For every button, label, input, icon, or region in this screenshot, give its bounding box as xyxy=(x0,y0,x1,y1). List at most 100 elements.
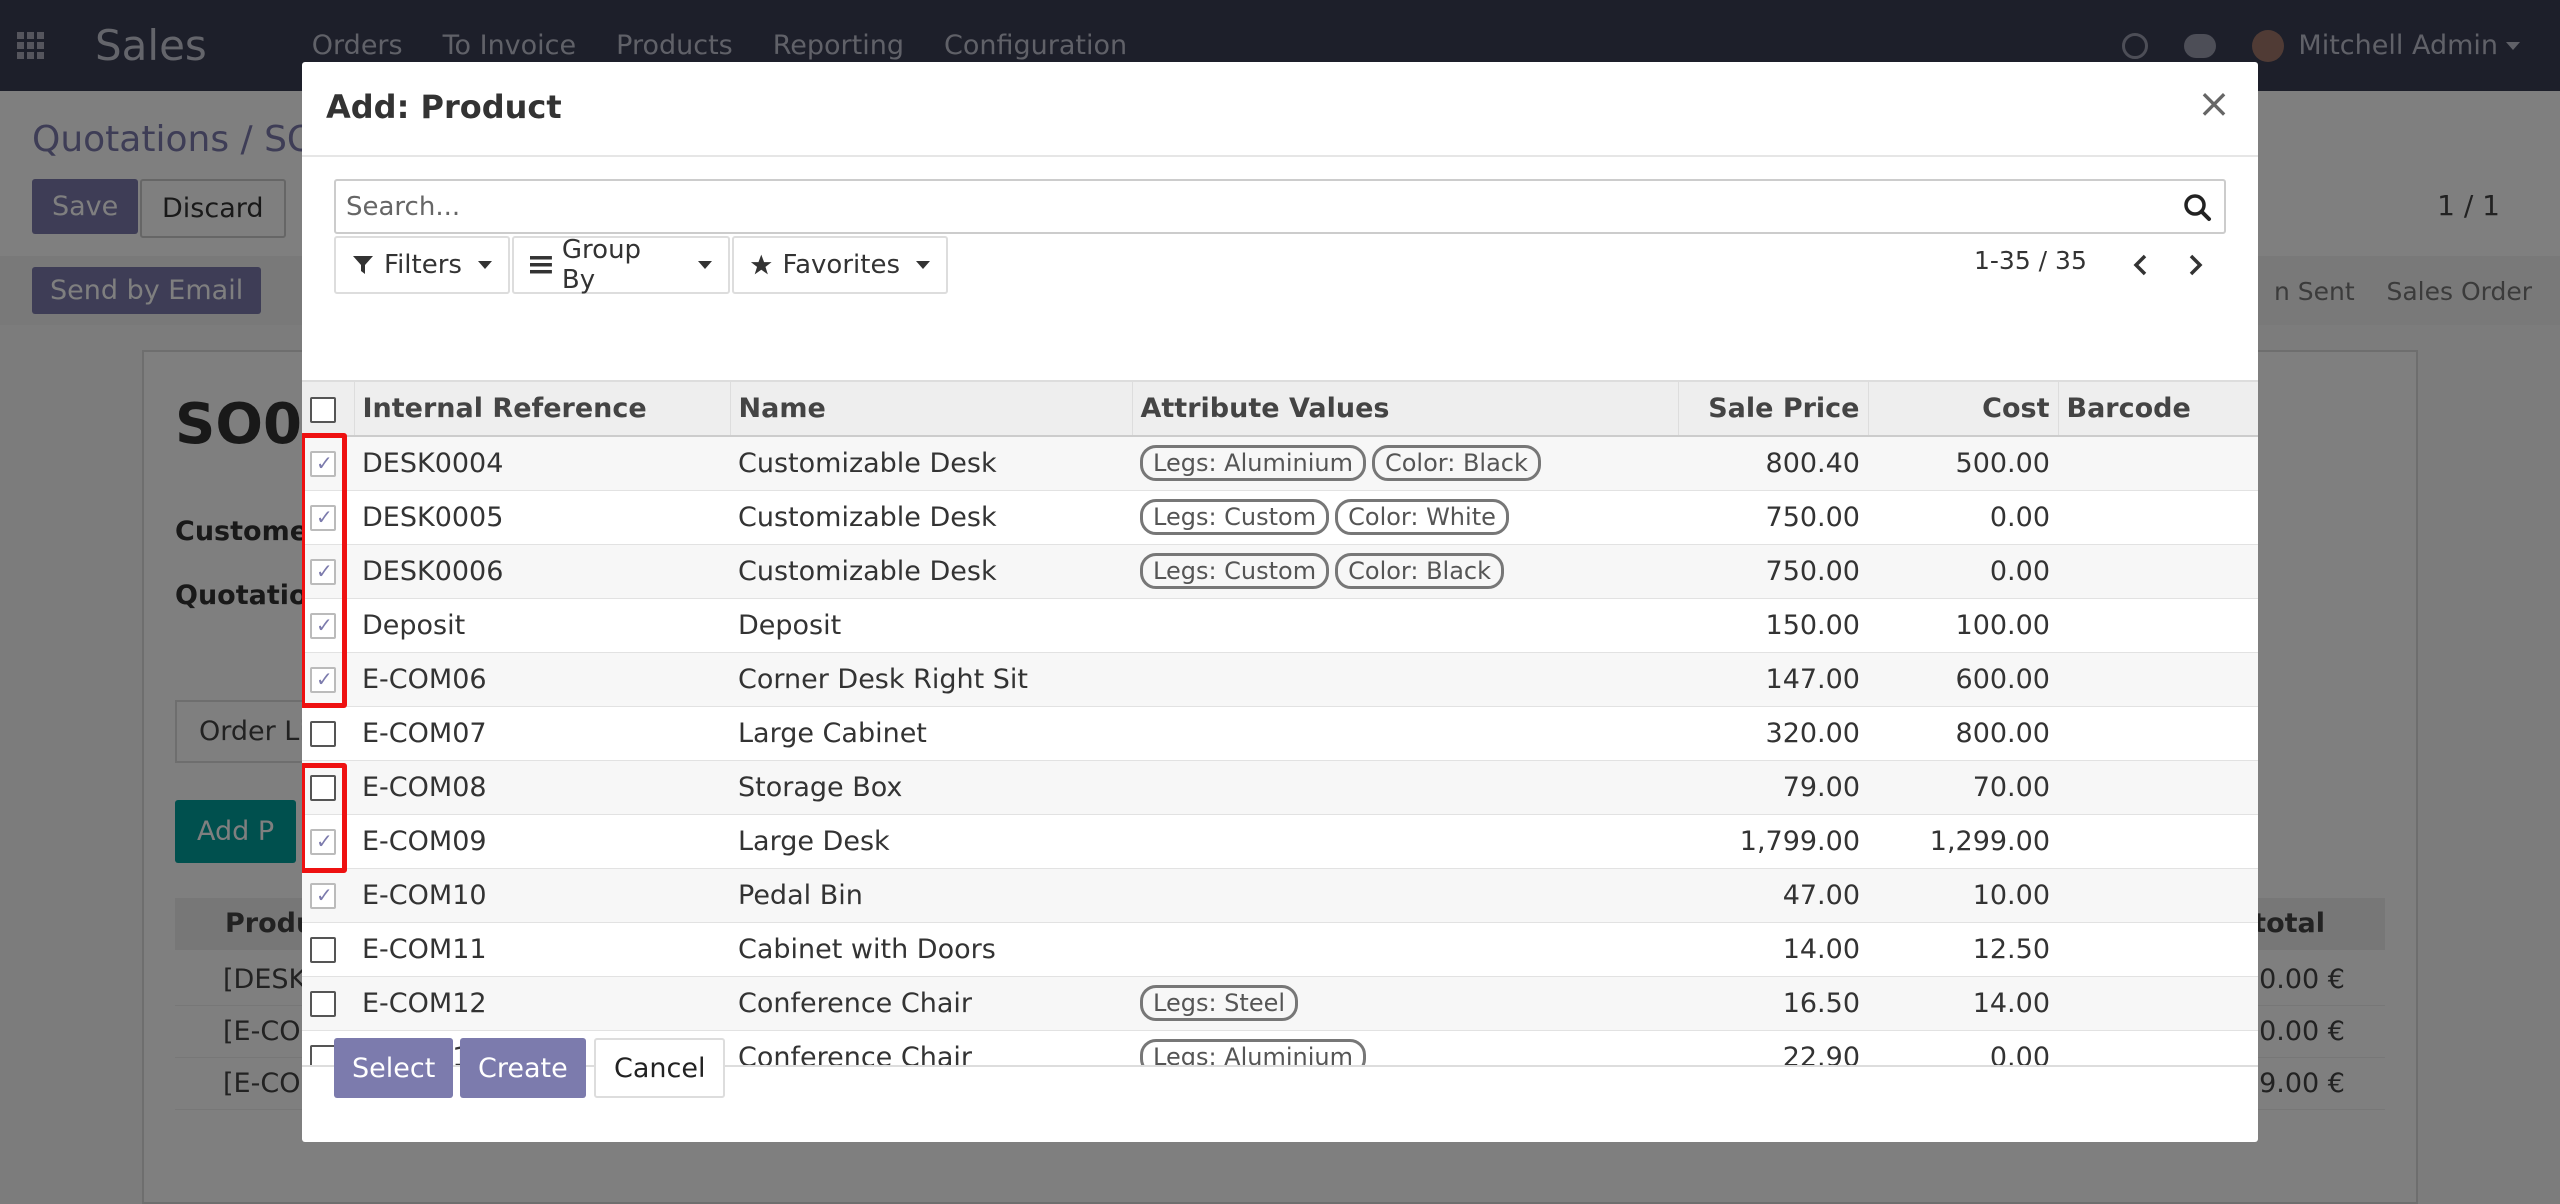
row-select-cell xyxy=(302,598,354,653)
cell-sale-price: 22.90 xyxy=(1678,1030,1868,1065)
cell-barcode xyxy=(2058,490,2258,545)
row-checkbox[interactable] xyxy=(310,559,336,585)
table-row[interactable]: E-COM07 Large Cabinet 320.00 800.00 xyxy=(302,706,2258,761)
attribute-tag: Color: Black xyxy=(1371,445,1541,482)
row-checkbox[interactable] xyxy=(310,775,336,801)
group-by-label: Group By xyxy=(561,235,642,295)
cell-sale-price: 800.40 xyxy=(1678,436,1868,491)
table-row[interactable]: E-COM09Large Desk 1,799.001,299.00 xyxy=(302,814,2258,869)
row-select-cell xyxy=(302,706,354,761)
column-attribute-values[interactable]: Attribute Values xyxy=(1132,382,1679,437)
cell-internal-reference: DESK0005 xyxy=(354,490,730,545)
attribute-tag: Legs: Custom xyxy=(1140,499,1330,535)
cell-sale-price: 150.00 xyxy=(1678,598,1868,653)
select-all-header xyxy=(302,382,355,437)
cell-attribute-values xyxy=(1132,706,1678,761)
column-cost[interactable]: Cost xyxy=(1868,382,2059,437)
cell-sale-price: 1,799.00 xyxy=(1678,814,1868,869)
chevron-right-icon[interactable] xyxy=(2178,248,2212,282)
table-header-row: Internal Reference Name Attribute Values… xyxy=(302,382,2258,437)
product-list-table: Internal Reference Name Attribute Values… xyxy=(302,380,2258,1067)
search-icon[interactable] xyxy=(2182,192,2212,222)
row-checkbox[interactable] xyxy=(310,451,336,478)
cell-internal-reference: E-COM06 xyxy=(354,652,730,707)
table-row[interactable]: DESK0004Customizable DeskLegs: Aluminium… xyxy=(302,436,2258,491)
row-select-cell xyxy=(302,544,354,599)
cell-name: Pedal Bin xyxy=(730,868,1132,923)
chevron-down-icon xyxy=(477,261,492,269)
column-sale-price[interactable]: Sale Price xyxy=(1678,382,1869,437)
search-input[interactable] xyxy=(336,181,2166,232)
favorites-label: Favorites xyxy=(782,250,900,280)
cell-name: Large Desk xyxy=(730,814,1132,869)
cell-cost: 0.00 xyxy=(1868,544,2058,599)
filters-button[interactable]: Filters xyxy=(334,236,510,294)
attribute-tag: Legs: Steel xyxy=(1140,985,1299,1021)
cell-barcode xyxy=(2058,1030,2258,1065)
cell-internal-reference: E-COM07 xyxy=(354,706,730,761)
cell-barcode xyxy=(2058,436,2258,491)
attribute-tag: Color: White xyxy=(1335,499,1509,535)
pager-value[interactable]: 1-35 / 35 xyxy=(1974,246,2087,275)
chevron-down-icon xyxy=(916,261,930,269)
chevron-left-icon[interactable] xyxy=(2124,248,2158,282)
row-checkbox[interactable] xyxy=(310,613,336,639)
cell-name: Customizable Desk xyxy=(730,490,1132,545)
row-checkbox[interactable] xyxy=(310,829,336,855)
cell-barcode xyxy=(2058,544,2258,599)
table-row[interactable]: E-COM10Pedal Bin 47.0010.00 xyxy=(302,868,2258,923)
cancel-button[interactable]: Cancel xyxy=(594,1038,726,1098)
dialog-header: Add: Product × xyxy=(302,62,2258,157)
row-select-cell xyxy=(302,652,354,707)
create-button[interactable]: Create xyxy=(460,1038,586,1098)
row-checkbox[interactable] xyxy=(310,667,336,693)
cell-barcode xyxy=(2058,598,2258,653)
cell-sale-price: 750.00 xyxy=(1678,490,1868,545)
cell-cost: 14.00 xyxy=(1868,976,2058,1031)
table-row[interactable]: E-COM06Corner Desk Right Sit 147.00600.00 xyxy=(302,652,2258,707)
table-row[interactable]: DESK0005Customizable DeskLegs: CustomCol… xyxy=(302,490,2258,545)
row-checkbox[interactable] xyxy=(310,991,336,1017)
table-row[interactable]: E-COM08 Storage Box 79.00 70.00 xyxy=(302,760,2258,815)
table-row[interactable]: DepositDeposit 150.00100.00 xyxy=(302,598,2258,653)
group-by-button[interactable]: Group By xyxy=(512,235,730,295)
row-checkbox[interactable] xyxy=(310,937,336,963)
row-checkbox[interactable] xyxy=(310,721,336,747)
select-button[interactable]: Select xyxy=(334,1038,454,1098)
row-checkbox[interactable] xyxy=(310,883,336,909)
cell-name: Large Cabinet xyxy=(730,706,1132,761)
row-checkbox[interactable] xyxy=(310,505,336,531)
cell-name: Customizable Desk xyxy=(730,544,1132,599)
chevron-down-icon xyxy=(698,261,712,269)
column-internal-reference[interactable]: Internal Reference xyxy=(354,382,731,437)
row-select-cell xyxy=(302,976,354,1031)
close-icon[interactable]: × xyxy=(2194,84,2234,124)
search-bar xyxy=(334,179,2226,234)
table-row[interactable]: DESK0006Customizable DeskLegs: CustomCol… xyxy=(302,544,2258,599)
table-row[interactable]: E-COM11 Cabinet with Doors 14.00 12.50 xyxy=(302,922,2258,977)
row-select-cell xyxy=(302,814,354,869)
cell-internal-reference: Deposit xyxy=(354,598,730,653)
cell-internal-reference: E-COM09 xyxy=(354,814,730,869)
cell-sale-price: 16.50 xyxy=(1678,976,1868,1031)
cell-attribute-values: Legs: Aluminium xyxy=(1132,1030,1678,1065)
cell-cost: 0.00 xyxy=(1868,1030,2058,1065)
cell-attribute-values: Legs: Custom Color: White xyxy=(1132,490,1678,545)
column-name[interactable]: Name xyxy=(730,382,1133,437)
cell-cost: 800.00 xyxy=(1868,706,2058,761)
cell-internal-reference: DESK0006 xyxy=(354,544,730,599)
row-checkbox[interactable] xyxy=(310,1045,336,1065)
select-all-checkbox[interactable] xyxy=(310,396,336,423)
row-select-cell xyxy=(302,436,354,491)
cell-cost: 0.00 xyxy=(1868,490,2058,545)
cell-internal-reference: E-COM12 xyxy=(354,976,730,1031)
favorites-button[interactable]: Favorites xyxy=(732,236,948,294)
cell-sale-price: 320.00 xyxy=(1678,706,1868,761)
table-row[interactable]: E-COM12 Conference Chair Legs: Steel 16.50 1… xyxy=(302,976,2258,1031)
cell-cost: 70.00 xyxy=(1868,760,2058,815)
product-rows: DESK0004Customizable DeskLegs: Aluminium… xyxy=(302,436,2258,1065)
cell-name: Conference Chair xyxy=(730,1030,1132,1065)
attribute-tag: Color: Black xyxy=(1335,553,1505,589)
column-barcode[interactable]: Barcode xyxy=(2058,382,2258,437)
cell-internal-reference: E-COM11 xyxy=(354,922,730,977)
